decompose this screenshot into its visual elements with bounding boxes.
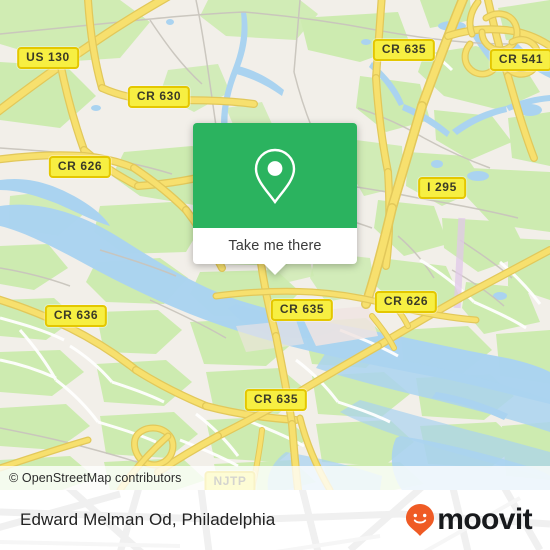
footer-bar: Edward Melman Od, Philadelphia moovit — [0, 490, 550, 550]
location-pin-icon — [254, 148, 296, 204]
road-shield-cr-626-left: CR 626 — [48, 156, 112, 178]
moovit-logo[interactable]: moovit — [405, 503, 533, 537]
card-pointer-tail — [264, 264, 286, 275]
road-shield-cr-636: CR 636 — [44, 305, 108, 327]
place-card-popup[interactable]: Take me there — [193, 123, 357, 275]
moovit-wordmark: moovit — [437, 503, 532, 536]
road-shield-cr-635-top: CR 635 — [372, 39, 436, 61]
take-me-there-button[interactable]: Take me there — [193, 228, 357, 264]
card-image-area — [193, 123, 357, 228]
road-shield-cr-630: CR 630 — [127, 86, 191, 108]
map-page: US 130 CR 630 CR 635 CR 541 CR 626 I 295… — [0, 0, 550, 550]
take-me-there-label: Take me there — [228, 238, 322, 254]
road-shield-cr-635-bottom: CR 635 — [244, 389, 308, 411]
road-shield-cr-541: CR 541 — [489, 49, 550, 71]
road-shield-cr-626-right: CR 626 — [374, 291, 438, 313]
moovit-smiley-pin-icon — [406, 504, 435, 536]
road-shield-i-295: I 295 — [418, 177, 466, 199]
attribution-bar: © OpenStreetMap contributors — [0, 466, 550, 490]
place-title: Edward Melman Od, Philadelphia — [20, 510, 276, 529]
map-canvas[interactable]: US 130 CR 630 CR 635 CR 541 CR 626 I 295… — [0, 0, 550, 490]
road-shield-cr-635-mid: CR 635 — [270, 299, 334, 321]
road-shield-us-130: US 130 — [17, 47, 79, 69]
osm-attribution-text: © OpenStreetMap contributors — [9, 471, 182, 485]
